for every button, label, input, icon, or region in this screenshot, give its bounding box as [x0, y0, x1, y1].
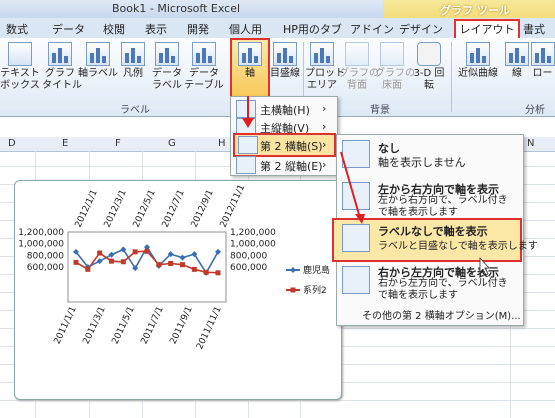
- mouse-cursor-icon: [479, 256, 490, 276]
- annotation-arrows-svg: [242, 118, 490, 276]
